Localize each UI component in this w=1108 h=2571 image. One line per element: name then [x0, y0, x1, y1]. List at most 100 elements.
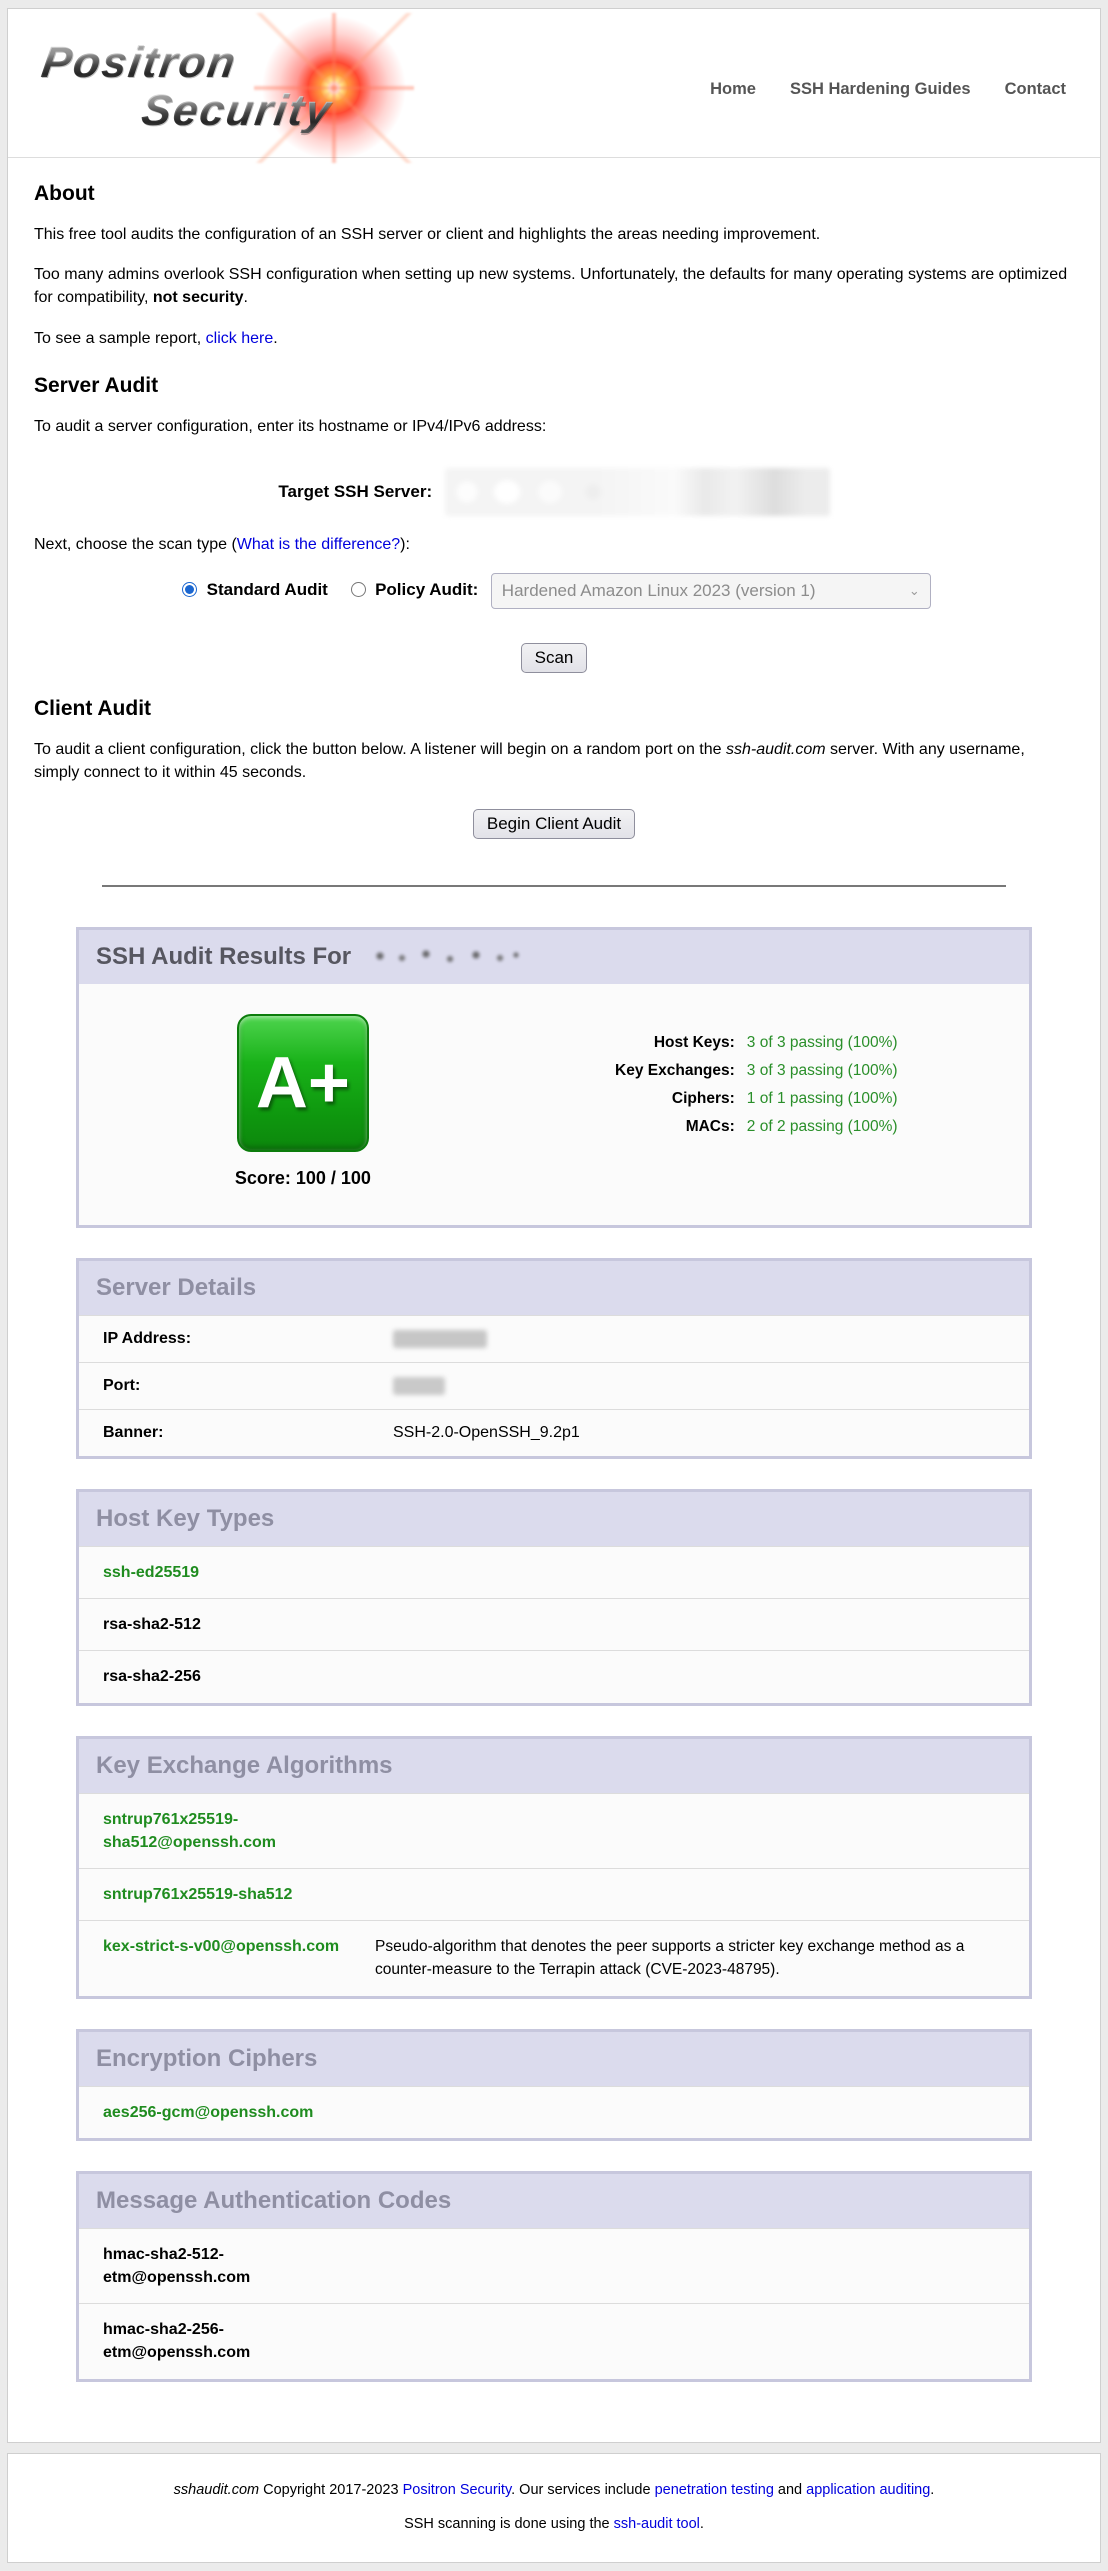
- server-details-panel: Server Details IP Address: Port: Banner:…: [76, 1258, 1032, 1459]
- results-panel: SSH Audit Results For A+ Score: 100 / 10…: [76, 927, 1032, 1228]
- about-paragraph-1: This free tool audits the configuration …: [34, 223, 1074, 246]
- table-row-banner: Banner: SSH-2.0-OpenSSH_9.2p1: [79, 1409, 1029, 1456]
- site-header: Positron Security Home SSH Hardening Gui…: [8, 9, 1100, 158]
- footer-scanning-text: SSH scanning is done using the: [404, 2516, 614, 2532]
- mac-name: hmac-sha2-256-etm@openssh.com: [103, 2318, 375, 2364]
- host-key-types-header: Host Key Types: [79, 1492, 1029, 1546]
- host-key-name: rsa-sha2-512: [103, 1613, 375, 1636]
- main-page-card: Positron Security Home SSH Hardening Gui…: [7, 8, 1101, 2443]
- stat-label: Ciphers:: [517, 1090, 735, 1108]
- results-panel-header: SSH Audit Results For: [79, 930, 1029, 984]
- positron-security-link[interactable]: Positron Security: [403, 2482, 512, 2498]
- host-key-types-panel: Host Key Types ssh-ed25519 rsa-sha2-512 …: [76, 1489, 1032, 1706]
- footer-line-1: sshaudit.com Copyright 2017-2023 Positro…: [28, 2482, 1080, 2498]
- scan-type-options: Standard Audit Policy Audit: Hardened Am…: [34, 573, 1074, 609]
- client-audit-heading: Client Audit: [34, 697, 1074, 721]
- ip-address-value: [393, 1330, 487, 1348]
- application-auditing-link[interactable]: application auditing: [806, 2482, 930, 2498]
- begin-client-audit-button[interactable]: Begin Client Audit: [473, 809, 635, 839]
- redacted-port-value: [393, 1377, 445, 1395]
- grade-column: A+ Score: 100 / 100: [89, 1014, 517, 1189]
- table-row: sntrup761x25519-sha512@openssh.com: [79, 1793, 1029, 1868]
- banner-label: Banner:: [103, 1424, 393, 1442]
- sample-report-period: .: [273, 330, 277, 347]
- stat-value: 1 of 1 passing (100%): [747, 1090, 898, 1108]
- encryption-ciphers-panel: Encryption Ciphers aes256-gcm@openssh.co…: [76, 2029, 1032, 2141]
- standard-audit-label[interactable]: Standard Audit: [207, 580, 328, 599]
- logo-text-line2: Security: [139, 89, 335, 133]
- sample-report-text: To see a sample report,: [34, 330, 206, 347]
- client-audit-text: To audit a client configuration, click t…: [34, 741, 726, 758]
- key-exchange-header: Key Exchange Algorithms: [79, 1739, 1029, 1793]
- penetration-testing-link[interactable]: penetration testing: [655, 2482, 774, 2498]
- scan-button[interactable]: Scan: [521, 643, 588, 673]
- server-audit-heading: Server Audit: [34, 374, 1074, 398]
- nav-link-contact[interactable]: Contact: [1005, 80, 1066, 99]
- sample-report-link[interactable]: click here: [206, 330, 274, 347]
- policy-audit-label[interactable]: Policy Audit:: [375, 580, 478, 599]
- client-audit-button-row: Begin Client Audit: [34, 809, 1074, 839]
- scan-type-text-end: ):: [400, 536, 410, 553]
- key-exchange-panel: Key Exchange Algorithms sntrup761x25519-…: [76, 1736, 1032, 1999]
- score-label: Score: 100 / 100: [235, 1168, 371, 1189]
- kex-name: sntrup761x25519-sha512: [103, 1883, 375, 1906]
- stats-column: Host Keys: 3 of 3 passing (100%) Key Exc…: [517, 1014, 898, 1189]
- server-details-header: Server Details: [79, 1261, 1029, 1315]
- kex-name: kex-strict-s-v00@openssh.com: [103, 1935, 375, 1982]
- cipher-name: aes256-gcm@openssh.com: [103, 2101, 375, 2124]
- positron-security-logo[interactable]: Positron Security: [24, 19, 414, 151]
- footer-line-2: SSH scanning is done using the ssh-audit…: [28, 2516, 1080, 2532]
- ip-address-label: IP Address:: [103, 1330, 393, 1348]
- stat-row-ciphers: Ciphers: 1 of 1 passing (100%): [517, 1090, 898, 1108]
- macs-panel: Message Authentication Codes hmac-sha2-5…: [76, 2171, 1032, 2382]
- stat-value: 2 of 2 passing (100%): [747, 1118, 898, 1136]
- port-label: Port:: [103, 1377, 393, 1395]
- client-audit-paragraph: To audit a client configuration, click t…: [34, 738, 1074, 784]
- footer-line2-period: .: [700, 2516, 704, 2532]
- results-title: SSH Audit Results For: [96, 943, 351, 970]
- footer-site-name: sshaudit.com: [174, 2482, 259, 2498]
- nav-link-ssh-hardening-guides[interactable]: SSH Hardening Guides: [790, 80, 971, 99]
- chevron-down-icon: ⌄: [909, 583, 920, 599]
- kex-note: [375, 1883, 1005, 1906]
- host-key-name: ssh-ed25519: [103, 1561, 375, 1584]
- stat-value: 3 of 3 passing (100%): [747, 1034, 898, 1052]
- encryption-ciphers-header: Encryption Ciphers: [79, 2032, 1029, 2086]
- port-value: [393, 1377, 445, 1395]
- redacted-ip-value: [393, 1330, 487, 1348]
- server-audit-intro: To audit a server configuration, enter i…: [34, 415, 1074, 438]
- about-p2-end: .: [244, 289, 248, 306]
- stat-row-macs: MACs: 2 of 2 passing (100%): [517, 1118, 898, 1136]
- ssh-audit-tool-link[interactable]: ssh-audit tool: [614, 2516, 700, 2532]
- kex-note: [375, 1808, 1005, 1854]
- scan-button-row: Scan: [34, 643, 1074, 673]
- scan-type-difference-link[interactable]: What is the difference?: [237, 536, 400, 553]
- standard-audit-radio[interactable]: [182, 582, 197, 597]
- main-nav: Home SSH Hardening Guides Contact: [710, 72, 1066, 99]
- mac-name: hmac-sha2-512-etm@openssh.com: [103, 2243, 375, 2289]
- policy-select-value: Hardened Amazon Linux 2023 (version 1): [502, 581, 816, 601]
- footer-and-text: and: [774, 2482, 806, 2498]
- grade-badge: A+: [237, 1014, 369, 1152]
- policy-select[interactable]: Hardened Amazon Linux 2023 (version 1) ⌄: [491, 573, 931, 609]
- host-key-name: rsa-sha2-256: [103, 1665, 375, 1688]
- target-server-input[interactable]: [445, 468, 830, 516]
- logo-text-line1: Positron: [39, 41, 240, 85]
- nav-link-home[interactable]: Home: [710, 80, 756, 99]
- stat-value: 3 of 3 passing (100%): [747, 1062, 898, 1080]
- policy-audit-radio[interactable]: [351, 582, 366, 597]
- site-footer: sshaudit.com Copyright 2017-2023 Positro…: [7, 2453, 1101, 2563]
- kex-name: sntrup761x25519-sha512@openssh.com: [103, 1808, 375, 1854]
- table-row: aes256-gcm@openssh.com: [79, 2086, 1029, 2138]
- target-server-label: Target SSH Server:: [278, 482, 432, 501]
- redacted-hostname: [368, 944, 528, 970]
- footer-period: .: [930, 2482, 934, 2498]
- table-row-ip: IP Address:: [79, 1315, 1029, 1362]
- grade-summary: A+ Score: 100 / 100 Host Keys: 3 of 3 pa…: [79, 984, 1029, 1225]
- target-server-row: Target SSH Server:: [34, 468, 1074, 516]
- table-row: rsa-sha2-256: [79, 1650, 1029, 1702]
- scan-type-line: Next, choose the scan type (What is the …: [34, 533, 1074, 556]
- footer-copyright-text: Copyright 2017-2023: [259, 2482, 403, 2498]
- table-row: hmac-sha2-256-etm@openssh.com: [79, 2303, 1029, 2378]
- stat-label: MACs:: [517, 1118, 735, 1136]
